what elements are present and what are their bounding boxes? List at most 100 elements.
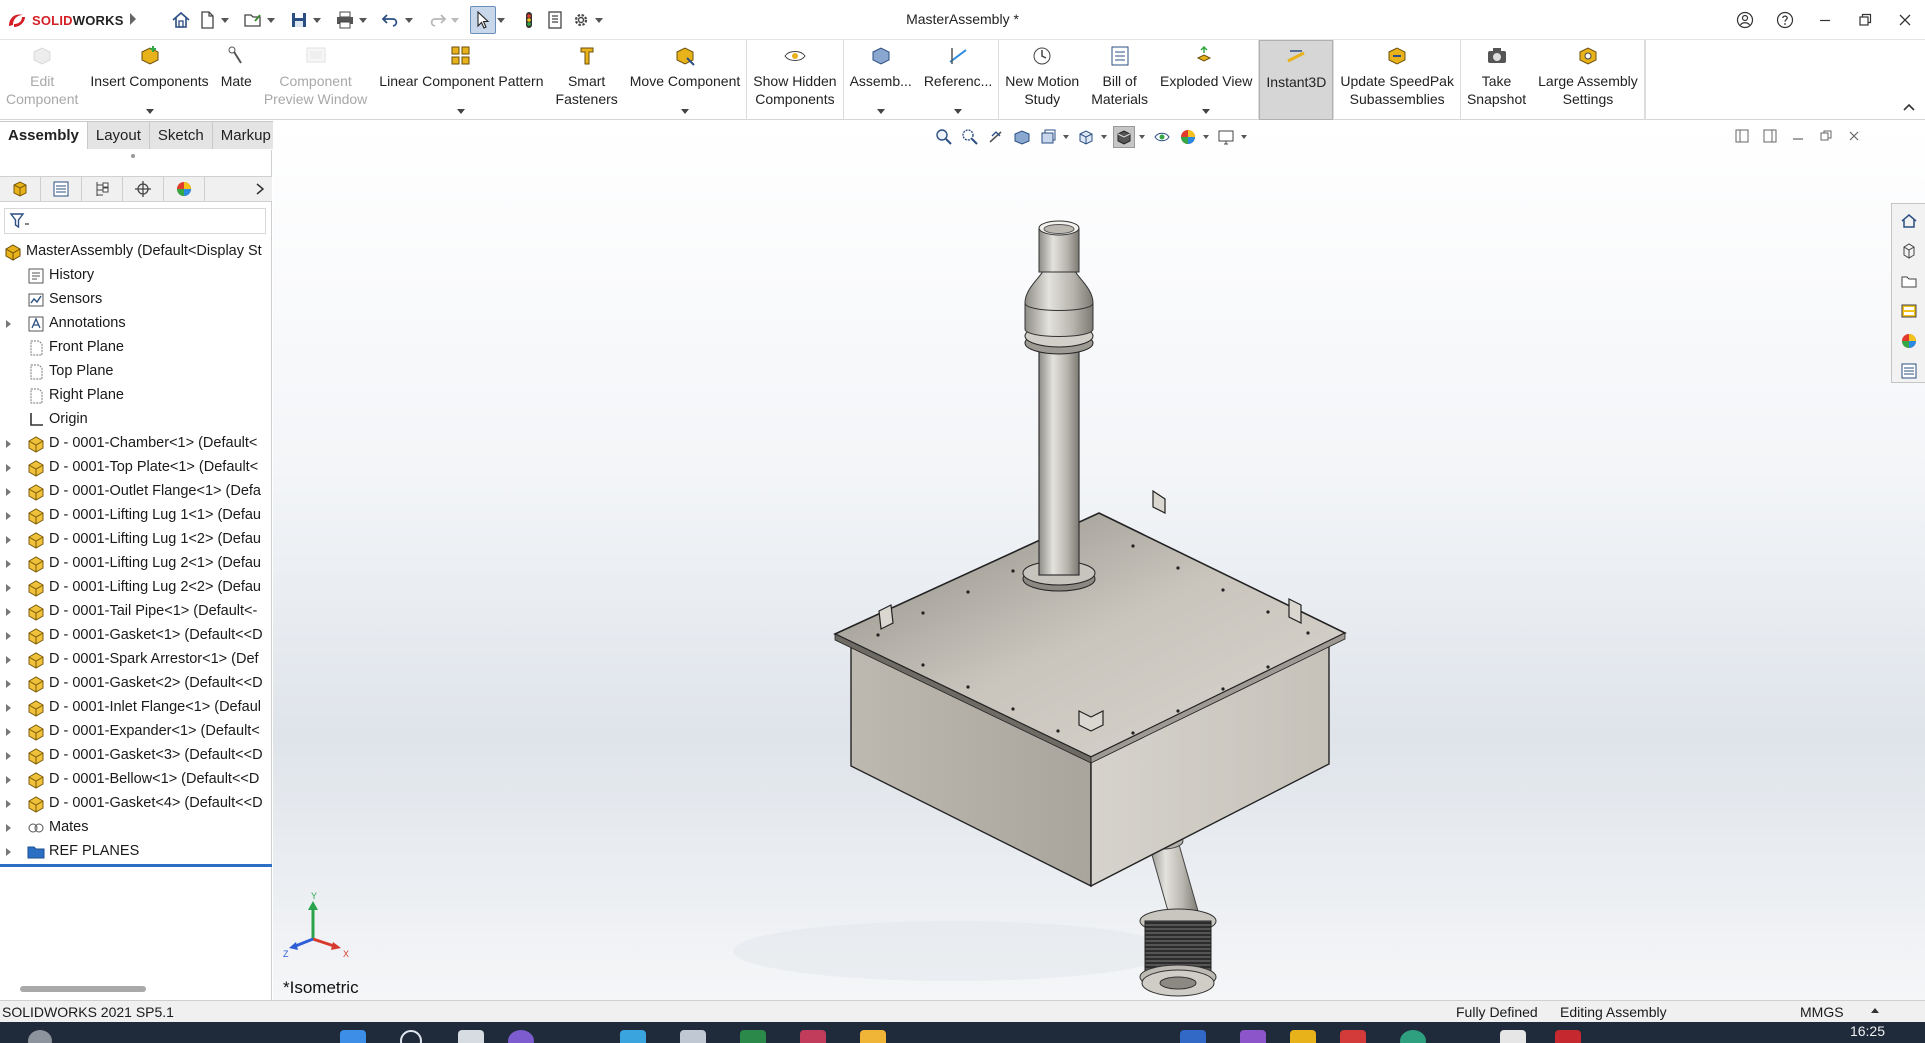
view-orientation-icon[interactable] — [1075, 126, 1097, 148]
file-properties-icon[interactable] — [542, 6, 568, 34]
rebuild-traffic-light-icon[interactable] — [516, 6, 542, 34]
tree-item-part[interactable]: D - 0001-Lifting Lug 2<1> (Defau — [0, 552, 272, 576]
edit-appearance-dropdown[interactable] — [1203, 126, 1211, 148]
tree-item-part[interactable]: D - 0001-Chamber<1> (Default< — [0, 432, 272, 456]
tab-layout[interactable]: Layout — [87, 121, 150, 149]
expand-arrow-icon[interactable] — [6, 752, 11, 760]
panel-splitter[interactable] — [0, 150, 272, 162]
edit-component-button[interactable]: Edit Component — [0, 40, 84, 120]
dynamic-annotation-dropdown[interactable] — [1063, 126, 1071, 148]
expand-arrow-icon[interactable] — [6, 632, 11, 640]
linear-component-pattern-button[interactable]: Linear Component Pattern — [373, 40, 549, 120]
collapse-ribbon-icon[interactable] — [1901, 100, 1917, 114]
large-assembly-settings-button[interactable]: Large Assembly Settings — [1532, 40, 1644, 120]
show-hidden-components-button[interactable]: Show Hidden Components — [747, 40, 842, 120]
tab-markup[interactable]: Markup — [212, 121, 280, 149]
tree-item-history[interactable]: History — [0, 264, 272, 288]
taskbar-solidworks-icon[interactable] — [1555, 1030, 1581, 1043]
select-arrow-icon[interactable] — [470, 6, 496, 34]
tree-item-annotations[interactable]: Annotations — [0, 312, 272, 336]
taskbar-folder-icon[interactable] — [1290, 1030, 1316, 1043]
move-component-button[interactable]: Move Component — [624, 40, 747, 120]
taskbar-teams-icon[interactable] — [800, 1030, 826, 1043]
tree-item-plane[interactable]: Right Plane — [0, 384, 272, 408]
expand-arrow-icon[interactable] — [6, 680, 11, 688]
tree-item-part[interactable]: D - 0001-Inlet Flange<1> (Defaul — [0, 696, 272, 720]
save-icon[interactable] — [286, 6, 312, 34]
options-dropdown-arrow[interactable] — [594, 6, 604, 34]
tree-item-sensors[interactable]: Sensors — [0, 288, 272, 312]
account-icon[interactable] — [1725, 0, 1765, 40]
save-dropdown-arrow[interactable] — [312, 6, 322, 34]
reference-dropdown-arrow[interactable] — [954, 109, 963, 114]
display-style-dropdown[interactable] — [1139, 126, 1147, 148]
taskbar-mail-icon[interactable] — [680, 1030, 706, 1043]
view-setting-icon[interactable] — [1215, 126, 1237, 148]
exploded-view-button[interactable]: Exploded View — [1154, 40, 1258, 120]
taskbar-calendar-icon[interactable] — [1500, 1030, 1526, 1043]
reference-button[interactable]: Referenc... — [918, 40, 998, 120]
configurationmanager-tab-icon[interactable] — [82, 177, 123, 201]
tree-item-plane[interactable]: Top Plane — [0, 360, 272, 384]
taskbar-onenote-icon[interactable] — [1240, 1030, 1266, 1043]
tree-item-part[interactable]: D - 0001-Outlet Flange<1> (Defa — [0, 480, 272, 504]
dimxpertmanager-tab-icon[interactable] — [123, 177, 164, 201]
gear-icon[interactable] — [568, 6, 594, 34]
expand-arrow-icon[interactable] — [6, 704, 11, 712]
section-view-icon[interactable] — [1011, 126, 1033, 148]
view-palette-icon[interactable] — [1898, 300, 1920, 322]
taskbar-clock[interactable]: 16:25 — [1850, 1023, 1885, 1039]
redo-dropdown-arrow[interactable] — [450, 6, 460, 34]
insert-components-dropdown-arrow[interactable] — [145, 109, 154, 114]
undo-dropdown-arrow[interactable] — [404, 6, 414, 34]
appearances-scenes-icon[interactable] — [1898, 330, 1920, 352]
close-icon[interactable] — [1885, 0, 1925, 40]
hide-show-items-icon[interactable] — [1151, 126, 1173, 148]
move-component-dropdown-arrow[interactable] — [681, 109, 690, 114]
new-dropdown-arrow[interactable] — [220, 6, 230, 34]
featuremanager-tab-icon[interactable] — [0, 177, 41, 201]
tree-item-origin[interactable]: Origin — [0, 408, 272, 432]
instant3d-button[interactable]: Instant3D — [1259, 40, 1334, 120]
graphics-area[interactable]: Y X Z *Isometric — [273, 121, 1925, 1000]
tab-assembly[interactable]: Assembly — [0, 121, 88, 149]
taskbar-edge-icon[interactable] — [620, 1030, 646, 1043]
tree-item-part[interactable]: D - 0001-Gasket<2> (Default<<D — [0, 672, 272, 696]
print-dropdown-arrow[interactable] — [358, 6, 368, 34]
taskbar-word-icon[interactable] — [1180, 1030, 1206, 1043]
solidworks-logo[interactable]: SOLIDWORKS — [6, 8, 124, 32]
zoom-to-fit-icon[interactable] — [933, 126, 955, 148]
app-menu-arrow-icon[interactable] — [130, 13, 136, 25]
tree-filter[interactable] — [4, 208, 266, 234]
tree-rollback-bar[interactable] — [0, 864, 272, 867]
view-minimize-icon[interactable] — [1787, 127, 1809, 145]
expand-arrow-icon[interactable] — [6, 536, 11, 544]
minimize-icon[interactable] — [1805, 0, 1845, 40]
dynamic-annotation-icon[interactable] — [1037, 126, 1059, 148]
restore-icon[interactable] — [1845, 0, 1885, 40]
custom-properties-icon[interactable] — [1898, 360, 1920, 382]
taskbar-profile-icon[interactable] — [28, 1030, 52, 1043]
open-dropdown-arrow[interactable] — [266, 6, 276, 34]
bill-of-materials-button[interactable]: Bill of Materials — [1085, 40, 1154, 120]
view-tile-icon[interactable] — [1731, 127, 1753, 145]
expand-arrow-icon[interactable] — [6, 440, 11, 448]
expand-arrow-icon[interactable] — [6, 512, 11, 520]
horizontal-scrollbar[interactable] — [20, 986, 146, 992]
tree-item-folder[interactable]: REF PLANES — [0, 840, 272, 864]
insert-components-button[interactable]: Insert Components — [84, 40, 214, 120]
view-restore-icon[interactable] — [1815, 127, 1837, 145]
expand-arrow-icon[interactable] — [6, 728, 11, 736]
component-preview-window-button[interactable]: Component Preview Window — [258, 40, 373, 120]
previous-view-icon[interactable] — [985, 126, 1007, 148]
expand-arrow-icon[interactable] — [6, 608, 11, 616]
expand-arrow-icon[interactable] — [6, 656, 11, 664]
tree-item-part[interactable]: D - 0001-Bellow<1> (Default<<D — [0, 768, 272, 792]
taskbar-excel-icon[interactable] — [740, 1030, 766, 1043]
edit-appearance-icon[interactable] — [1177, 126, 1199, 148]
open-folder-icon[interactable] — [240, 6, 266, 34]
taskbar-explorer-icon[interactable] — [860, 1030, 886, 1043]
solidworks-resources-icon[interactable] — [1898, 210, 1920, 232]
assembly-model[interactable] — [273, 121, 1925, 1000]
design-library-icon[interactable] — [1898, 240, 1920, 262]
